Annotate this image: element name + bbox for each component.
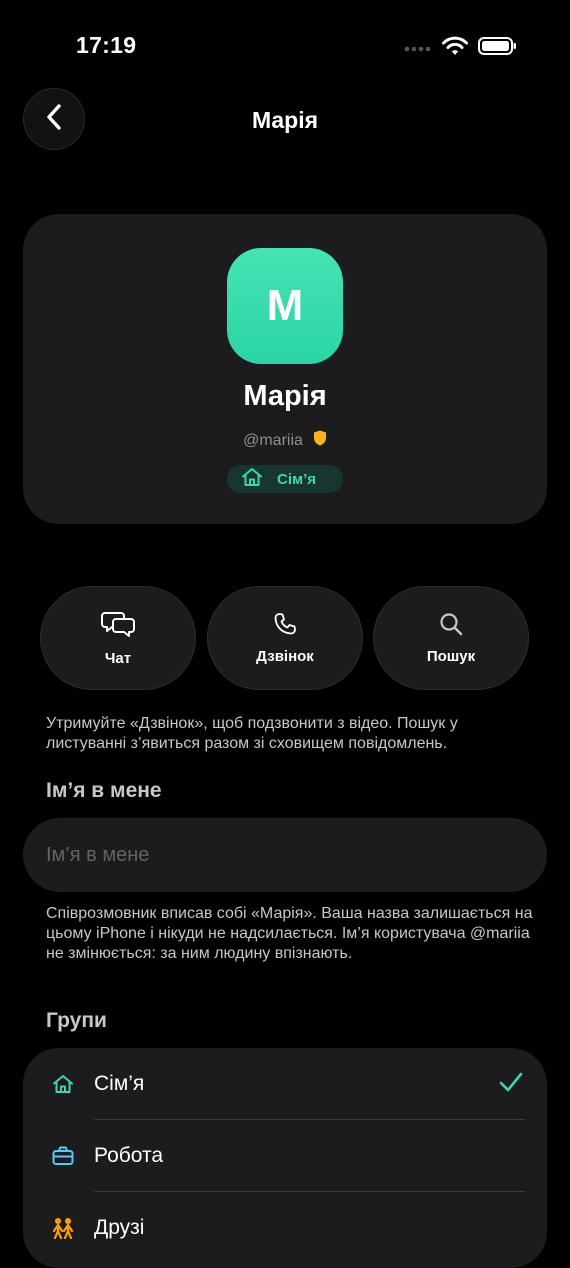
group-row-work[interactable]: Робота: [23, 1120, 547, 1192]
verified-shield-icon: [313, 430, 327, 451]
profile-handle: @mariia: [243, 431, 303, 449]
groups-section-title: Групи: [46, 1009, 107, 1032]
battery-icon: [478, 36, 518, 61]
groups-list: Сім’я Робота Друзі: [23, 1048, 547, 1268]
chat-button-label: Чат: [104, 649, 132, 667]
status-time: 17:19: [76, 32, 137, 58]
group-label: Друзі: [94, 1216, 145, 1239]
page-title: Марія: [251, 107, 319, 133]
search-icon: [439, 612, 463, 640]
handle-row: @mariia: [0, 430, 570, 451]
actions-hint: Утримуйте «Дзвінок», щоб подзвонити з ві…: [46, 715, 458, 752]
people-icon: [51, 1216, 75, 1240]
group-label: Робота: [94, 1144, 164, 1167]
briefcase-icon: [51, 1144, 75, 1168]
avatar: M: [227, 248, 343, 364]
home-icon: [51, 1072, 75, 1096]
nickname-input[interactable]: [23, 818, 547, 892]
group-chip[interactable]: Сім’я: [227, 465, 343, 493]
status-icons: [404, 36, 518, 61]
cellular-signal-icon: [404, 40, 432, 58]
group-row-family[interactable]: Сім’я: [23, 1048, 547, 1120]
group-chip-label: Сім’я: [277, 470, 317, 488]
group-label: Сім’я: [94, 1072, 145, 1095]
phone-icon: [273, 612, 297, 640]
search-button-label: Пошук: [426, 647, 476, 665]
search-button[interactable]: Пошук: [373, 586, 529, 690]
checkmark-icon: [499, 1071, 523, 1098]
profile-name: Марія: [243, 380, 327, 412]
avatar-letter: M: [266, 281, 304, 330]
call-button[interactable]: Дзвінок: [207, 586, 363, 690]
nickname-hint: Співрозмовник вписав собі «Марія». Ваша …: [46, 905, 533, 962]
wifi-icon: [442, 36, 468, 61]
chat-icon: [101, 610, 135, 642]
chat-button[interactable]: Чат: [40, 586, 196, 690]
home-icon: [241, 467, 263, 491]
group-row-friends[interactable]: Друзі: [23, 1192, 547, 1264]
nickname-section-title: Ім’я в мене: [46, 779, 162, 802]
call-button-label: Дзвінок: [256, 647, 314, 665]
